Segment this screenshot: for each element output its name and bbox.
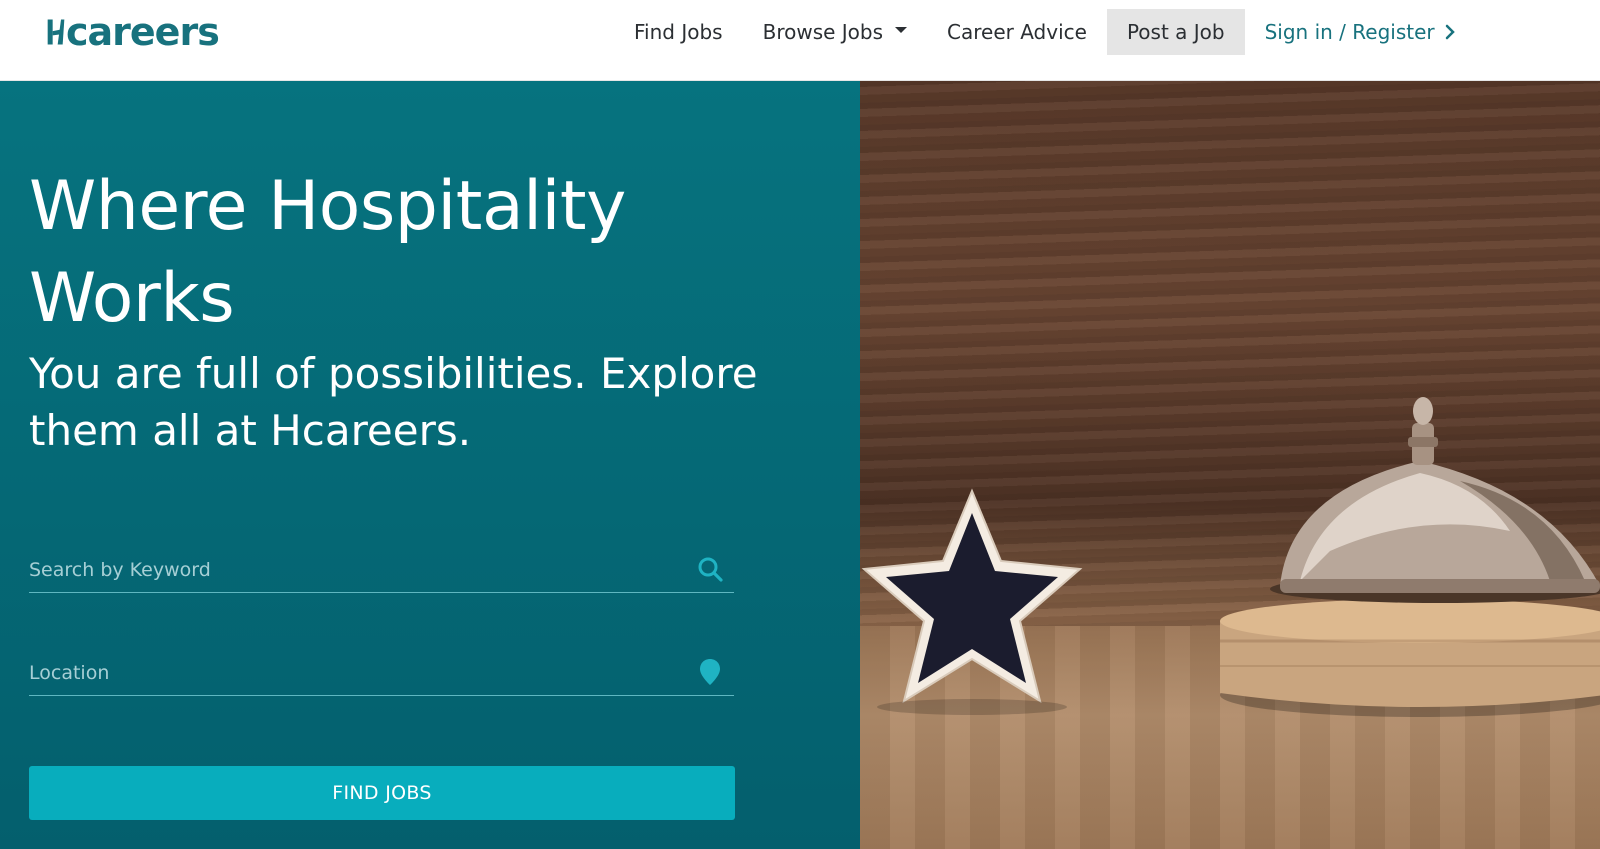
logo-text: careers <box>66 10 220 54</box>
location-input[interactable] <box>29 658 669 688</box>
chevron-right-icon <box>1445 24 1455 40</box>
nav-browse-jobs[interactable]: Browse Jobs <box>743 9 927 55</box>
star-decoration <box>861 397 1600 717</box>
nav-post-a-job[interactable]: Post a Job <box>1106 9 1245 55</box>
nav-sign-in-register[interactable]: Sign in / Register <box>1245 9 1455 55</box>
hero-search-panel: Where Hospitality Works You are full of … <box>0 81 860 849</box>
find-jobs-button[interactable]: FIND JOBS <box>29 766 735 820</box>
site-header: careers Find Jobs Browse Jobs Career Adv… <box>0 0 1600 81</box>
nav-browse-jobs-label: Browse Jobs <box>762 20 884 44</box>
search-icon[interactable] <box>696 555 724 583</box>
sign-in-label: Sign in / Register <box>1264 20 1435 44</box>
hero-subhead: You are full of possibilities. Explore t… <box>29 349 758 455</box>
nav-find-jobs[interactable]: Find Jobs <box>614 9 743 55</box>
hero-image <box>860 81 1600 849</box>
map-pin-icon <box>696 658 724 686</box>
nav-career-advice[interactable]: Career Advice <box>927 9 1107 55</box>
keyword-field <box>29 543 734 593</box>
hero-headline: Where Hospitality Works <box>29 167 626 338</box>
main-nav: Find Jobs Browse Jobs Career Advice Post… <box>614 9 1455 55</box>
location-field <box>29 646 734 696</box>
keyword-search-input[interactable] <box>29 555 669 585</box>
hcareers-logo[interactable]: careers <box>46 10 220 54</box>
logo-h-mark <box>47 19 65 45</box>
caret-down-icon <box>895 27 908 33</box>
